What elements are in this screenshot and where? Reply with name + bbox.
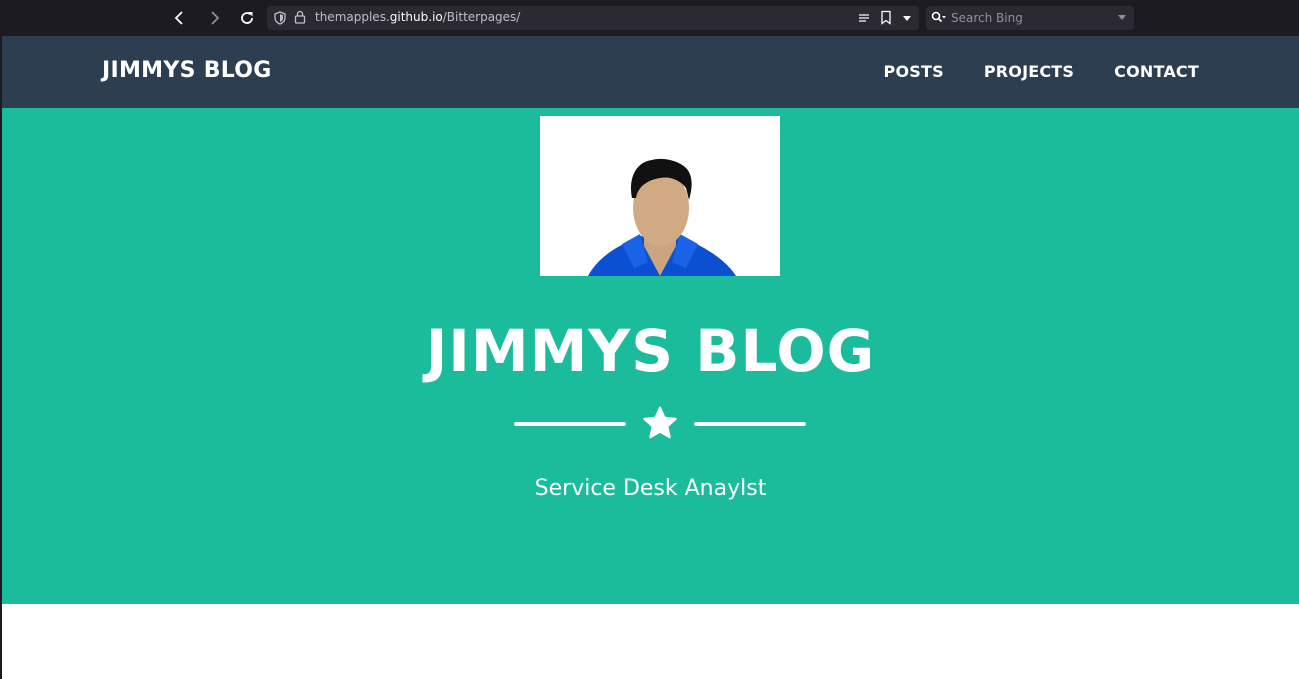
shield-icon[interactable] (274, 11, 286, 25)
url-prefix: themapples. (315, 10, 390, 24)
address-bar[interactable]: themapples.github.io/Bitterpages/ (267, 6, 919, 30)
page-title: JIMMYS BLOG (425, 317, 876, 385)
bookmark-icon[interactable] (880, 10, 892, 25)
masthead: JIMMYS BLOG Service Desk Anaylst (2, 108, 1299, 604)
url-path: /Bitterpages/ (442, 10, 521, 24)
brand-link[interactable]: JIMMYS BLOG (102, 58, 272, 83)
browser-toolbar: themapples.github.io/Bitterpages/ Search… (0, 0, 1299, 36)
nav-projects-link[interactable]: PROJECTS (984, 62, 1074, 81)
search-icon (931, 11, 946, 23)
page-viewport: JIMMYS BLOG POSTS PROJECTS CONTACT JIMMY… (2, 36, 1299, 679)
nav-contact-link[interactable]: CONTACT (1114, 62, 1199, 81)
reload-button[interactable] (237, 8, 257, 28)
nav-menu: POSTS PROJECTS CONTACT (884, 62, 1199, 81)
page-subtitle: Service Desk Anaylst (534, 476, 767, 501)
star-divider (514, 404, 806, 444)
url-domain: github.io (389, 10, 443, 24)
divider-line-right (694, 422, 806, 426)
avatar-illustration (540, 116, 780, 276)
search-placeholder: Search Bing (951, 11, 1023, 25)
avatar (540, 116, 780, 276)
divider-line-left (514, 422, 626, 426)
star-icon (643, 406, 677, 439)
lock-icon[interactable] (294, 10, 306, 24)
back-button[interactable] (169, 8, 189, 28)
forward-button[interactable] (205, 8, 225, 28)
chevron-left-icon (174, 11, 183, 25)
chevron-right-icon (211, 11, 220, 25)
search-bar[interactable]: Search Bing (926, 6, 1134, 30)
chevron-down-icon[interactable] (1118, 15, 1126, 21)
dropdown-arrow-icon[interactable] (901, 12, 913, 24)
nav-posts-link[interactable]: POSTS (884, 62, 944, 81)
reload-icon (241, 12, 253, 24)
reader-view-icon[interactable] (857, 11, 871, 25)
site-navbar: JIMMYS BLOG POSTS PROJECTS CONTACT (2, 36, 1299, 108)
url-text[interactable]: themapples.github.io/Bitterpages/ (315, 10, 520, 24)
